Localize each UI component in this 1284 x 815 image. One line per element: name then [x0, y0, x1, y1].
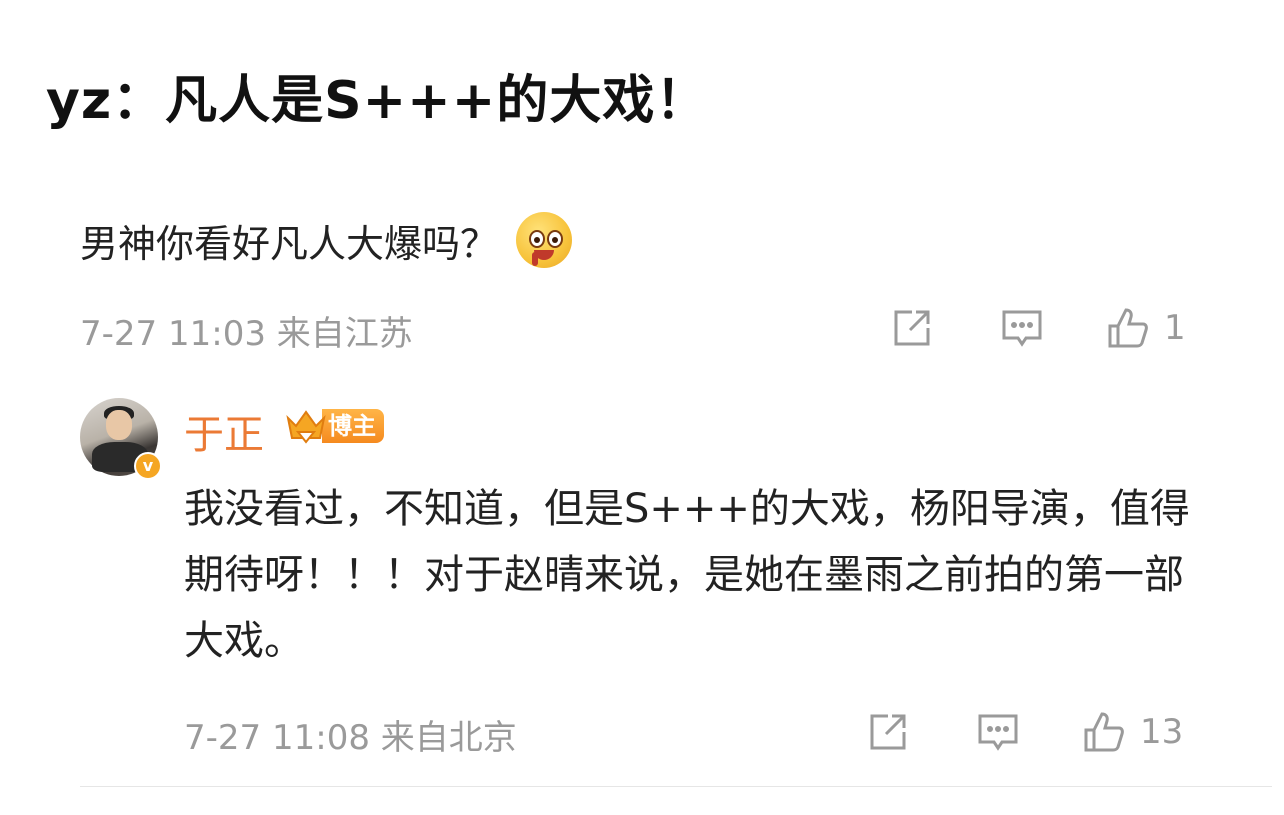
thumbs-up-icon [1084, 712, 1124, 752]
comment-text-row: 男神你看好凡人大爆吗？ [80, 212, 573, 268]
share-icon [894, 310, 930, 346]
comment-text: 男神你看好凡人大爆吗？ [80, 221, 499, 266]
divider [80, 786, 1272, 787]
thumbs-up-icon [1108, 308, 1148, 348]
reply-like-count: 13 [1140, 712, 1184, 752]
reply-like-button[interactable]: 13 [1082, 710, 1183, 754]
crown-icon [286, 410, 326, 444]
reply-username[interactable]: 于正 [184, 402, 264, 460]
blogger-badge: 博主 [284, 406, 384, 446]
avatar[interactable]: v [80, 398, 162, 480]
reply-meta: 7-27 11:08 来自北京 [184, 718, 517, 758]
drooling-face-icon [516, 212, 573, 268]
comment-icon [978, 714, 1018, 751]
comment-like-count: 1 [1164, 308, 1186, 348]
reply-share-button[interactable] [866, 710, 910, 754]
comment-share-button[interactable] [890, 306, 934, 350]
post-headline: yz：凡人是S+++的大戏！ [46, 71, 709, 131]
comment-icon [1002, 310, 1042, 347]
comment-like-button[interactable]: 1 [1106, 306, 1186, 350]
blogger-badge-label: 博主 [322, 409, 384, 443]
reply-text: 我没看过，不知道，但是S+++的大戏，杨阳导演，值得期待呀！！！对于赵晴来说，是… [184, 486, 1190, 664]
verified-badge-icon: v [134, 452, 162, 480]
comment-reply-button[interactable] [1000, 306, 1044, 350]
share-icon [870, 714, 906, 750]
comment-meta: 7-27 11:03 来自江苏 [80, 314, 413, 354]
reply-comment-button[interactable] [976, 710, 1020, 754]
